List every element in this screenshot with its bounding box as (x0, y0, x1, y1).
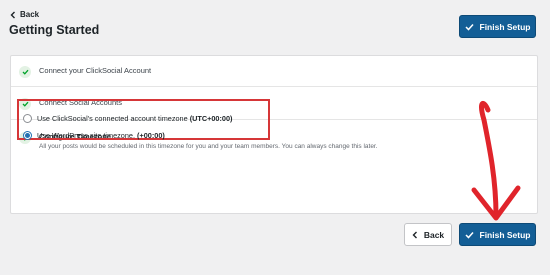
back-link-label: Back (20, 10, 40, 19)
step-connect-clicksocial[interactable]: Connect your ClickSocial Account (11, 56, 537, 87)
timezone-option-account[interactable]: Use ClickSocial's connected account time… (23, 114, 232, 123)
back-button-label: Back (423, 229, 445, 240)
finish-setup-button-top[interactable]: Finish Setup (459, 15, 536, 38)
page-title: Getting Started (9, 23, 100, 37)
check-icon (464, 231, 474, 239)
chevron-left-icon (10, 11, 15, 18)
annotation-arrow-icon (471, 100, 521, 221)
finish-setup-label: Finish Setup (479, 21, 531, 32)
chevron-left-icon (412, 231, 417, 238)
radio-button[interactable] (23, 114, 32, 123)
step-label: Connect your ClickSocial Account (39, 66, 152, 75)
back-link[interactable]: Back (10, 10, 39, 19)
back-button[interactable]: Back (404, 223, 452, 246)
finish-setup-label: Finish Setup (479, 229, 531, 240)
option-label: Use WordPress site timezone. (37, 131, 136, 140)
option-value: (UTC+00:00) (189, 114, 233, 123)
finish-setup-button[interactable]: Finish Setup (459, 223, 536, 246)
option-label: Use ClickSocial's connected account time… (37, 114, 188, 123)
check-icon (464, 23, 474, 31)
step-description: All your posts would be scheduled in thi… (39, 143, 378, 150)
option-value: (+00:00) (137, 131, 165, 140)
timezone-option-wordpress[interactable]: Use WordPress site timezone. (+00:00) (23, 131, 165, 140)
check-icon (19, 66, 31, 78)
radio-button-selected[interactable] (23, 131, 32, 140)
